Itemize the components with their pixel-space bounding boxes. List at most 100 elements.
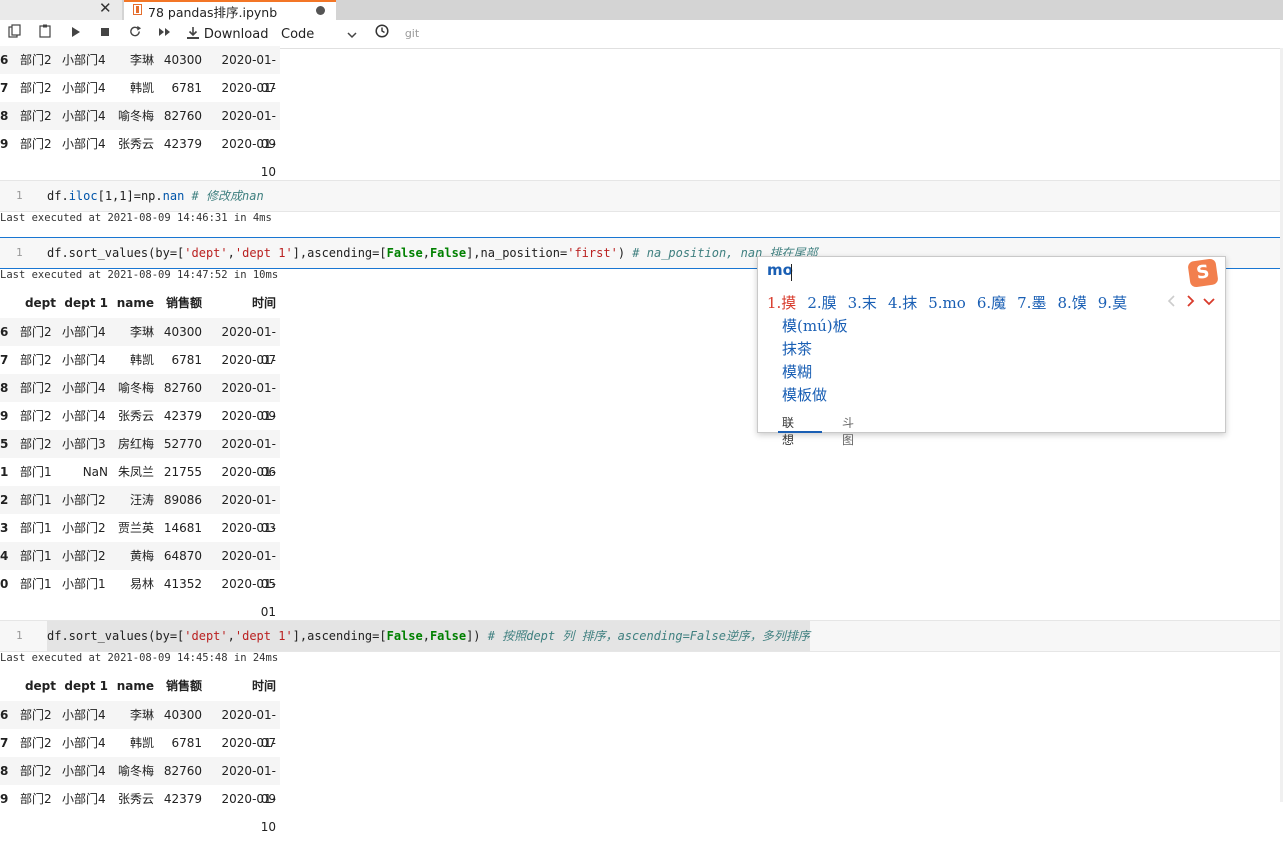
chevron-down-icon[interactable]: [1202, 297, 1216, 307]
copy-icon[interactable]: [6, 24, 24, 44]
table-cell: 82760: [163, 381, 202, 395]
cell-type-value: Code: [281, 27, 315, 42]
code-source[interactable]: df.sort_values(by=['dept','dept 1'],asce…: [47, 621, 810, 651]
ime-candidate[interactable]: 6.魔: [977, 294, 1006, 312]
line-number: 1: [16, 629, 23, 642]
cell-type-select[interactable]: Code: [281, 24, 361, 44]
table-cell: 小部门4: [62, 53, 106, 67]
table-cell: 喻冬梅: [117, 109, 154, 123]
table-cell: 部门1: [20, 465, 52, 479]
row-index: 6: [0, 708, 9, 722]
table-cell: 2020-01-10: [221, 137, 276, 179]
table-cell: 李琳: [129, 325, 154, 339]
code-cell-3[interactable]: 1 df.sort_values(by=['dept','dept 1'],as…: [0, 620, 1283, 652]
ime-suggestion[interactable]: 模板做: [782, 384, 827, 405]
ime-candidate[interactable]: 2.膜: [807, 294, 836, 312]
ime-candidate-list: 1.摸 2.膜 3.末 4.抹 5.mo 6.魔 7.墨 8.馍 9.莫: [767, 292, 1138, 313]
table-cell: 2020-01-01: [221, 577, 276, 619]
table-cell: 40300: [163, 53, 202, 67]
ime-candidate[interactable]: 1.摸: [767, 294, 796, 312]
table-cell: 喻冬梅: [117, 381, 154, 395]
table-cell: 房红梅: [117, 437, 154, 451]
download-button[interactable]: Download: [186, 24, 270, 44]
tab-bar: ✕ 78 pandas排序.ipynb: [0, 0, 1283, 20]
ime-candidate[interactable]: 8.馍: [1057, 294, 1086, 312]
git-label[interactable]: git: [402, 24, 422, 44]
table-cell: 张秀云: [117, 792, 154, 806]
table-cell: 黄梅: [129, 549, 154, 563]
close-icon[interactable]: ✕: [99, 0, 112, 17]
row-index: 7: [0, 736, 9, 750]
row-index: 5: [0, 437, 9, 451]
table-cell: 小部门4: [62, 764, 106, 778]
execution-time: Last executed at 2021-08-09 14:47:52 in …: [0, 269, 279, 281]
chevron-left-icon[interactable]: [1167, 294, 1177, 308]
tab-previous[interactable]: ✕: [0, 0, 122, 20]
table-cell: 小部门1: [62, 577, 106, 591]
tab-notebook[interactable]: 78 pandas排序.ipynb: [124, 0, 336, 20]
code-source[interactable]: df.sort_values(by=['dept','dept 1'],asce…: [47, 238, 818, 268]
ime-tab-doutu[interactable]: 斗图: [842, 414, 854, 448]
table-cell: 小部门4: [62, 109, 106, 123]
row-index: 2: [0, 493, 9, 507]
table-cell: 部门2: [20, 381, 52, 395]
stop-icon[interactable]: [96, 24, 114, 44]
row-index: 3: [0, 521, 9, 535]
table-cell: 部门1: [20, 521, 52, 535]
restart-icon[interactable]: [126, 24, 144, 44]
ime-candidate[interactable]: 4.抹: [888, 294, 917, 312]
table-cell: 小部门3: [62, 437, 106, 451]
fast-forward-icon[interactable]: [156, 24, 174, 44]
table-cell: 部门1: [20, 549, 52, 563]
column-header: name: [116, 679, 154, 693]
paste-icon[interactable]: [36, 24, 54, 44]
ime-suggestion[interactable]: 模糊: [782, 361, 812, 382]
execution-time: Last executed at 2021-08-09 14:45:48 in …: [0, 652, 279, 664]
code-cell-1[interactable]: 1 df.iloc[1,1]=np.nan # 修改成nan: [0, 180, 1283, 212]
table-cell: 贾兰英: [117, 521, 154, 535]
table-cell: 6781: [171, 353, 202, 367]
chevron-right-icon[interactable]: [1185, 294, 1195, 308]
column-header: 销售额: [165, 296, 202, 310]
line-number: 1: [16, 246, 23, 259]
run-icon[interactable]: [66, 24, 84, 44]
code-source[interactable]: df.iloc[1,1]=np.nan # 修改成nan: [47, 181, 264, 211]
column-header: dept: [24, 296, 56, 310]
column-header: 销售额: [165, 679, 202, 693]
table-cell: 6781: [171, 736, 202, 750]
ime-suggestion[interactable]: 模(mú)板: [782, 315, 848, 336]
row-index: 6: [0, 325, 9, 339]
ime-candidate[interactable]: 9.莫: [1098, 294, 1127, 312]
ime-candidate[interactable]: 3.末: [848, 294, 877, 312]
column-header: name: [116, 296, 154, 310]
table-cell: 部门2: [20, 736, 52, 750]
row-index: 7: [0, 353, 9, 367]
table-cell: 朱凤兰: [117, 465, 154, 479]
table-cell: 40300: [163, 325, 202, 339]
table-cell: 部门2: [20, 81, 52, 95]
notebook-toolbar: Download Code git: [0, 20, 1283, 49]
table-cell: 部门2: [20, 53, 52, 67]
unsaved-indicator-icon[interactable]: [316, 6, 325, 15]
table-cell: 小部门4: [62, 708, 106, 722]
table-cell: 89086: [163, 493, 202, 507]
ime-candidate[interactable]: 7.墨: [1017, 294, 1046, 312]
table-cell: 部门2: [20, 109, 52, 123]
table-cell: 韩凯: [129, 353, 154, 367]
table-cell: 6781: [171, 81, 202, 95]
row-index: 1: [0, 465, 9, 479]
sogou-logo-icon[interactable]: S: [1187, 258, 1219, 288]
download-label: Download: [203, 27, 269, 42]
ime-suggestion[interactable]: 抹茶: [782, 338, 812, 359]
download-icon: [187, 27, 199, 39]
table-cell: 82760: [163, 109, 202, 123]
table-cell: 40300: [163, 708, 202, 722]
table-cell: 小部门4: [62, 409, 106, 423]
table-cell: 韩凯: [129, 736, 154, 750]
row-index: 6: [0, 53, 9, 67]
ime-candidate[interactable]: 5.mo: [928, 294, 966, 312]
ime-candidate-popup: mo S 1.摸 2.膜 3.末 4.抹 5.mo 6.魔 7.墨 8.馍 9.莫 模(mú)板…: [757, 256, 1226, 447]
row-index: 7: [0, 81, 9, 95]
clock-icon[interactable]: [373, 24, 391, 44]
table-cell: 64870: [163, 549, 202, 563]
